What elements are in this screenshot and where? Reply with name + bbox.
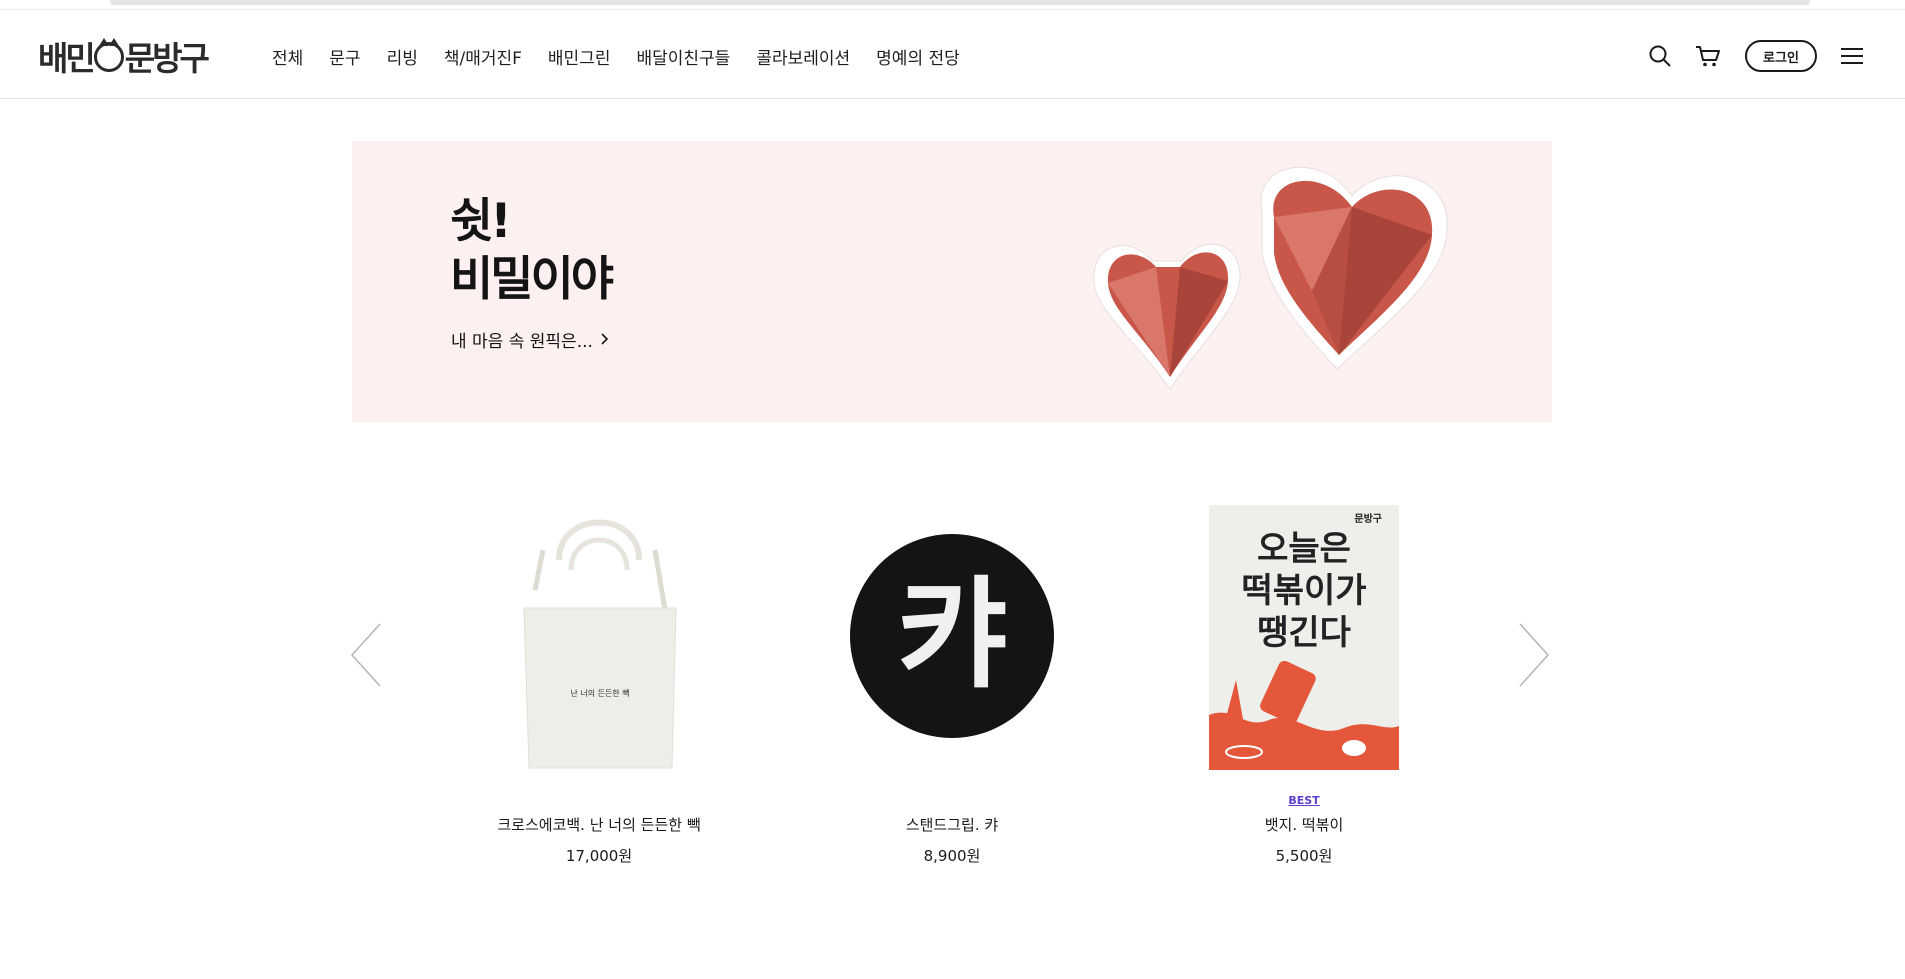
logo-cat-icon	[93, 38, 124, 72]
top-scrollbar[interactable]	[110, 0, 1810, 5]
product-price: 5,500원	[1275, 847, 1333, 865]
svg-text:오늘은: 오늘은	[1257, 529, 1351, 569]
nav-item-friends[interactable]: 배달이친구들	[636, 44, 730, 69]
nav-item-books[interactable]: 책/매거진F	[444, 44, 522, 69]
banner-title-line2: 비밀이야	[450, 252, 614, 307]
browser-top-strip	[0, 0, 1905, 10]
header-actions: 로그인	[1625, 40, 1865, 72]
banner-subtitle[interactable]: 내 마음 속 원픽은...	[451, 327, 609, 352]
product-price: 8,900원	[923, 847, 981, 865]
menu-icon[interactable]	[1839, 43, 1865, 69]
logo-text-part2: 문방구	[124, 39, 210, 78]
large-heart-icon	[1260, 166, 1448, 370]
nav-item-living[interactable]: 리빙	[387, 44, 418, 69]
product-badge: BEST	[1288, 794, 1320, 807]
product-name: 크로스에코백. 난 너의 든든한 빽	[497, 816, 701, 834]
banner-subtitle-text: 내 마음 속 원픽은...	[451, 332, 593, 352]
product-card[interactable]: 캬 스탠드그립. 캬 8,900원	[792, 490, 1112, 866]
nav-item-hall-of-fame[interactable]: 명예의 전당	[876, 44, 960, 69]
grip-print-text: 캬	[897, 566, 1007, 705]
product-name: 뱃지. 떡볶이	[1264, 816, 1344, 834]
chevron-right-icon	[601, 330, 609, 349]
small-heart-icon	[1093, 243, 1241, 390]
nav-item-stationery[interactable]: 문구	[329, 44, 360, 69]
logo-text-part1: 배민	[38, 39, 96, 78]
banner-title-line1: 쉿!	[450, 194, 512, 249]
nav-item-all[interactable]: 전체	[272, 44, 303, 69]
product-image-grip: 캬	[792, 490, 1112, 780]
site-logo[interactable]: 배민 문방구	[38, 34, 210, 78]
nav-item-green[interactable]: 배민그린	[548, 44, 611, 69]
site-header: 배민 문방구 전체 문구 리빙 책/매거진F 배민그린 배달이친구들 콜라보레이션…	[0, 10, 1905, 99]
product-card[interactable]: 문방구 오늘은 떡볶이가 땡긴다 BEST 뱃지. 떡볶이 5,500원	[1144, 490, 1464, 866]
login-button[interactable]: 로그인	[1745, 40, 1817, 72]
product-card[interactable]: 난 너의 든든한 빽 크로스에코백. 난 너의 든든한 빽 17,000원	[439, 490, 759, 866]
cart-icon[interactable]	[1695, 43, 1721, 69]
carousel-prev-button[interactable]	[348, 620, 388, 690]
poster-brand-text: 문방구	[1354, 512, 1382, 525]
promo-banner[interactable]: 쉿! 비밀이야 내 마음 속 원픽은...	[352, 141, 1552, 422]
hearts-illustration	[1093, 166, 1448, 390]
product-image-ecobag: 난 너의 든든한 빽	[439, 490, 759, 780]
main-nav: 전체 문구 리빙 책/매거진F 배민그린 배달이친구들 콜라보레이션 명예의 전…	[272, 44, 986, 69]
product-price: 17,000원	[565, 847, 633, 865]
carousel-next-button[interactable]	[1512, 620, 1552, 690]
svg-text:떡볶이가: 떡볶이가	[1241, 571, 1366, 611]
banner-title: 쉿! 비밀이야	[450, 193, 614, 309]
svg-text:땡긴다: 땡긴다	[1257, 613, 1351, 653]
nav-item-collab[interactable]: 콜라보레이션	[756, 44, 850, 69]
ecobag-print-text: 난 너의 든든한 빽	[570, 688, 629, 698]
product-image-badge-tteokbokki: 문방구 오늘은 떡볶이가 땡긴다	[1144, 490, 1464, 780]
search-icon[interactable]	[1647, 43, 1673, 69]
product-name: 스탠드그립. 캬	[905, 816, 999, 834]
